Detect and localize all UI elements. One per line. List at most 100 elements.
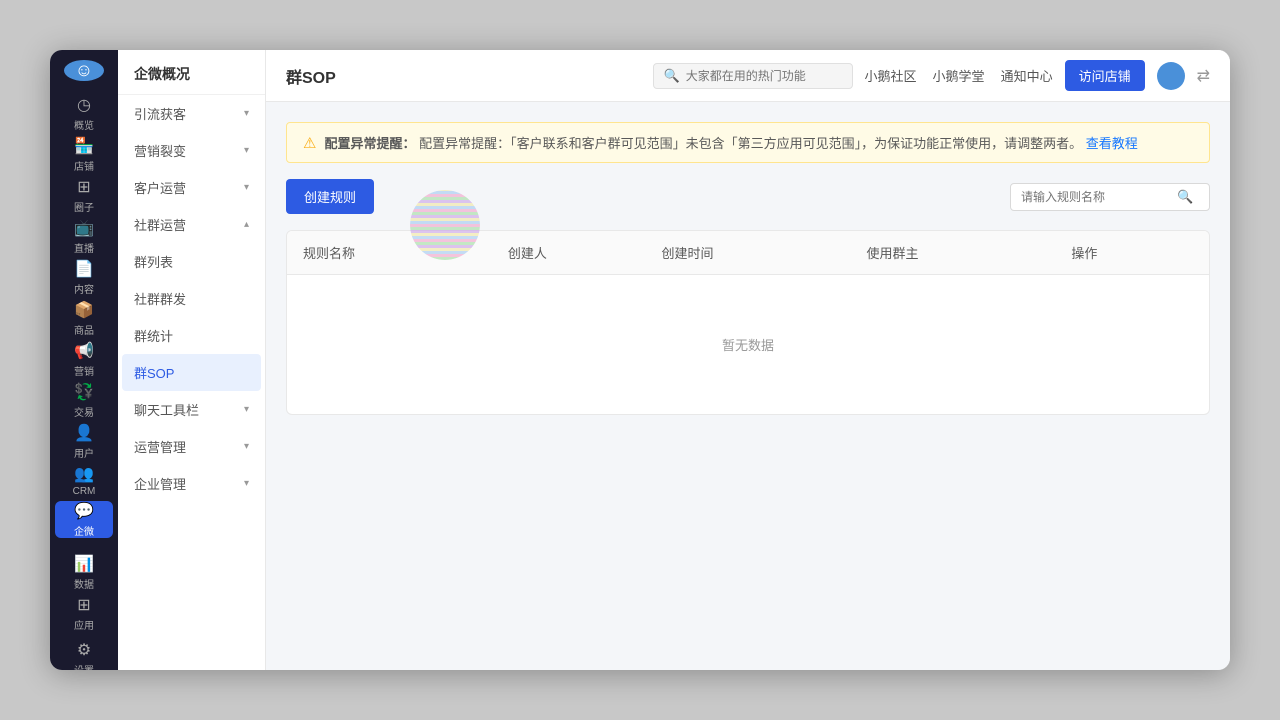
sidebar-item-label: 商品 xyxy=(74,322,94,337)
sidebar-item-label: 概览 xyxy=(74,117,94,132)
menu-header-label: 社群运营 xyxy=(134,215,186,234)
data-table: 规则名称 创建人 创建时间 使用群主 操作 暂无数据 xyxy=(286,230,1210,415)
sidebar-item-content[interactable]: 📄 内容 xyxy=(55,259,113,296)
rule-search-box[interactable]: 🔍 xyxy=(1010,183,1210,211)
sidebar-item-label: 直播 xyxy=(74,240,94,255)
menu-item-群列表[interactable]: 群列表 xyxy=(118,243,265,280)
table-header: 规则名称 创建人 创建时间 使用群主 操作 xyxy=(287,231,1209,275)
menu-group-企业管理: 企业管理 ▾ xyxy=(118,465,265,502)
sidebar-item-label: 用户 xyxy=(74,445,94,460)
sidebar-item-settings[interactable]: ⚙ 设置 xyxy=(55,640,113,670)
menu-header-label: 企业管理 xyxy=(134,474,186,493)
chevron-down-icon: ▾ xyxy=(244,108,249,119)
sidebar-item-label: 交易 xyxy=(74,404,94,419)
menu-header-聊天工具栏[interactable]: 聊天工具栏 ▾ xyxy=(118,391,265,428)
visit-store-button[interactable]: 访问店铺 xyxy=(1065,60,1145,91)
topbar: 群SOP 🔍 小鹅社区 小鹅学堂 通知中心 访问店铺 ⇄ xyxy=(266,50,1230,102)
sidebar-item-overview[interactable]: ◷ 概览 xyxy=(55,95,113,132)
warning-label: 配置异常提醒： xyxy=(324,136,415,151)
main-content: 群SOP 🔍 小鹅社区 小鹅学堂 通知中心 访问店铺 ⇄ ⚠ 配置异常提醒： 配… xyxy=(266,50,1230,670)
logo: ☺ xyxy=(64,60,104,81)
sidebar-item-users[interactable]: 👤 用户 xyxy=(55,423,113,460)
menu-group-引流获客: 引流获客 ▾ xyxy=(118,95,265,132)
sidebar-item-label: 企微 xyxy=(74,523,94,538)
menu-header-label: 客户运营 xyxy=(134,178,186,197)
topbar-links: 小鹅社区 小鹅学堂 通知中心 xyxy=(865,66,1053,85)
menu-header-label: 营销裂变 xyxy=(134,141,186,160)
chevron-down-icon: ▾ xyxy=(244,478,249,489)
chevron-up-icon: ▴ xyxy=(244,219,249,230)
goods-icon: 📦 xyxy=(74,300,94,320)
community-icon: ⊞ xyxy=(77,177,90,197)
search-box[interactable]: 🔍 xyxy=(653,63,853,89)
menu-header-运营管理[interactable]: 运营管理 ▾ xyxy=(118,428,265,465)
action-bar: 创建规则 🔍 xyxy=(286,179,1210,214)
topbar-link-小鹅学堂[interactable]: 小鹅学堂 xyxy=(933,66,985,85)
sidebar-item-label: 数据 xyxy=(74,576,94,591)
settings-icon: ⚙ xyxy=(77,640,91,660)
trade-icon: 💱 xyxy=(74,382,94,402)
col-rule-name: 规则名称 xyxy=(287,231,492,274)
sidebar-item-label: 设置 xyxy=(74,662,94,670)
sidebar-item-community[interactable]: ⊞ 圈子 xyxy=(55,177,113,214)
users-icon: 👤 xyxy=(74,423,94,443)
create-rule-button[interactable]: 创建规则 xyxy=(286,179,374,214)
menu-header-引流获客[interactable]: 引流获客 ▾ xyxy=(118,95,265,132)
sidebar-item-data[interactable]: 📊 数据 xyxy=(55,554,113,591)
content-icon: 📄 xyxy=(74,259,94,279)
topbar-link-通知中心[interactable]: 通知中心 xyxy=(1001,66,1053,85)
menu-group-运营管理: 运营管理 ▾ xyxy=(118,428,265,465)
menu-header-企业管理[interactable]: 企业管理 ▾ xyxy=(118,465,265,502)
menu-header-客户运营[interactable]: 客户运营 ▾ xyxy=(118,169,265,206)
menu-item-群统计[interactable]: 群统计 xyxy=(118,317,265,354)
sidebar-item-label: 圈子 xyxy=(74,199,94,214)
search-icon: 🔍 xyxy=(664,68,680,84)
sidebar-item-label: 应用 xyxy=(74,617,94,632)
crm-icon: 👥 xyxy=(74,464,94,484)
live-icon: 📺 xyxy=(74,218,94,238)
sidebar-item-live[interactable]: 📺 直播 xyxy=(55,218,113,255)
menu-item-群SOP[interactable]: 群SOP xyxy=(122,354,261,391)
menu-group-客户运营: 客户运营 ▾ xyxy=(118,169,265,206)
data-icon: 📊 xyxy=(74,554,94,574)
screen: ☺ ◷ 概览 🏪 店铺 ⊞ 圈子 📺 直播 📄 内容 📦 商品 📢 营销 xyxy=(50,50,1230,670)
warning-icon: ⚠ xyxy=(303,134,316,152)
sidebar-menu-title: 企微概况 xyxy=(118,50,265,95)
store-icon: 🏪 xyxy=(74,136,94,156)
menu-item-社群群发[interactable]: 社群群发 xyxy=(118,280,265,317)
menu-header-营销裂变[interactable]: 营销裂变 ▾ xyxy=(118,132,265,169)
topbar-link-小鹅社区[interactable]: 小鹅社区 xyxy=(865,66,917,85)
sidebar-item-label: 营销 xyxy=(74,363,94,378)
sidebar-item-goods[interactable]: 📦 商品 xyxy=(55,300,113,337)
sidebar-item-label: CRM xyxy=(73,486,96,497)
warning-text: 配置异常提醒： 配置异常提醒：「客户联系和客户群可见范围」未包含「第三方应用可见… xyxy=(324,133,1137,152)
rule-search-input[interactable] xyxy=(1021,190,1171,204)
search-input[interactable] xyxy=(686,69,836,83)
warning-link[interactable]: 查看教程 xyxy=(1086,136,1138,151)
chevron-down-icon: ▾ xyxy=(244,182,249,193)
sidebar-item-trade[interactable]: 💱 交易 xyxy=(55,382,113,419)
table-empty: 暂无数据 xyxy=(287,275,1209,414)
sidebar-item-label: 店铺 xyxy=(74,158,94,173)
content-area: ⚠ 配置异常提醒： 配置异常提醒：「客户联系和客户群可见范围」未包含「第三方应用… xyxy=(266,102,1230,670)
menu-header-社群运营[interactable]: 社群运营 ▴ xyxy=(118,206,265,243)
swap-arrows-icon[interactable]: ⇄ xyxy=(1197,66,1210,86)
page-title: 群SOP xyxy=(286,64,336,88)
sidebar-item-marketing[interactable]: 📢 营销 xyxy=(55,341,113,378)
warning-message: 配置异常提醒：「客户联系和客户群可见范围」未包含「第三方应用可见范围」，为保证功… xyxy=(419,136,1082,151)
sidebar-item-store[interactable]: 🏪 店铺 xyxy=(55,136,113,173)
chevron-down-icon: ▾ xyxy=(244,441,249,452)
sidebar-item-apps[interactable]: ⊞ 应用 xyxy=(55,595,113,632)
sidebar-menu: 企微概况 引流获客 ▾ 营销裂变 ▾ 客户运营 ▾ 社群运营 ▴ 群列表 xyxy=(118,50,266,670)
menu-group-聊天工具栏: 聊天工具栏 ▾ xyxy=(118,391,265,428)
sidebar-item-crm[interactable]: 👥 CRM xyxy=(55,464,113,497)
overview-icon: ◷ xyxy=(77,95,91,115)
sidebar-item-label: 内容 xyxy=(74,281,94,296)
sidebar-icons: ☺ ◷ 概览 🏪 店铺 ⊞ 圈子 📺 直播 📄 内容 📦 商品 📢 营销 xyxy=(50,50,118,670)
chevron-down-icon: ▾ xyxy=(244,145,249,156)
apps-icon: ⊞ xyxy=(77,595,90,615)
sidebar-item-wecom[interactable]: 💬 企微 xyxy=(55,501,113,538)
rule-search-icon: 🔍 xyxy=(1177,189,1193,205)
menu-group-营销裂变: 营销裂变 ▾ xyxy=(118,132,265,169)
avatar[interactable] xyxy=(1157,62,1185,90)
